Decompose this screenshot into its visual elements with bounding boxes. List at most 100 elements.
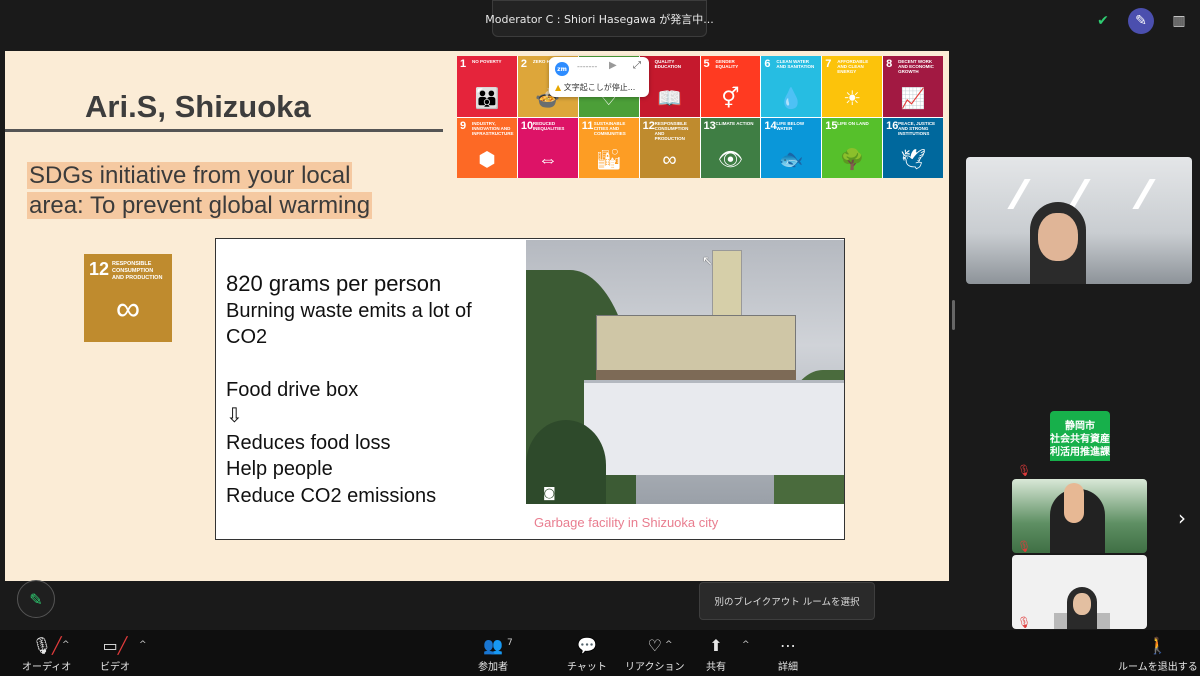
leave-room-label: ルームを退出する <box>1118 662 1198 673</box>
top-right-controls: ✔ ✎ ▥ <box>1090 8 1192 34</box>
sdg-label: INDUSTRY, INNOVATION AND INFRASTRUCTURE <box>472 120 514 136</box>
annotate-pencil-button[interactable]: ✎ <box>17 580 55 618</box>
chevron-up-icon[interactable]: ^ <box>62 640 70 650</box>
slide-title: Ari.S, Shizuoka <box>85 89 311 124</box>
expand-icon[interactable]: ⤢ <box>633 60 641 71</box>
sdg-number: 12 <box>642 119 655 132</box>
sdg12-label-line: AND PRODUCTION <box>112 275 163 281</box>
sdg-number: 14 <box>764 119 777 132</box>
sdg-goal-icon: 👪 <box>474 87 500 110</box>
sdg-tile: 1 NO POVERTY 👪 <box>457 56 517 117</box>
garbage-facility-photo: ◙ <box>526 240 844 504</box>
breakout-room-tooltip: 別のブレイクアウト ルームを選択 <box>699 582 875 620</box>
transcription-popup[interactable]: zm ------- ▶ ⤢ ▲ 文字起こしが停止... <box>549 57 649 97</box>
sdg-tile: 9 INDUSTRY, INNOVATION AND INFRASTRUCTURE… <box>457 117 517 178</box>
chevron-up-icon[interactable]: ^ <box>139 640 147 650</box>
sdg-label: NO POVERTY <box>472 59 502 64</box>
sdg-tile: 6 CLEAN WATER AND SANITATION 💧 <box>761 56 822 117</box>
share-upload-icon: ⬆ <box>709 636 723 655</box>
video-off-icon: ▭╱ <box>102 636 128 655</box>
sdg-goal-icon: 📈 <box>900 87 926 110</box>
content-box: 820 grams per person Burning waste emits… <box>215 238 845 540</box>
text-line: Burning waste emits a lot of <box>226 299 472 322</box>
participant-video-2[interactable] <box>1012 479 1147 553</box>
chat-icon: 💬 <box>576 636 597 655</box>
layout-icon[interactable]: ▥ <box>1166 8 1192 34</box>
sdg-number: 9 <box>460 119 467 132</box>
next-page-chevron-icon[interactable]: › <box>1178 506 1186 530</box>
active-speaker-notice: Moderator C : Shiori Hasegawa が発言中... <box>485 0 714 37</box>
share-label: 共有 <box>706 662 726 673</box>
leave-room-button[interactable]: 🚶 ルームを退出する <box>1118 636 1198 673</box>
sdg-label: LIFE ON LAND <box>837 120 869 126</box>
sdg-number: 2 <box>520 58 527 70</box>
audio-label: オーディオ <box>22 662 72 673</box>
sdg-goal-icon: 💧 <box>778 87 804 110</box>
participants-button[interactable]: 👥 参加者 <box>478 636 508 673</box>
sdg-goal-icon: ∞ <box>662 149 677 171</box>
share-button[interactable]: ⬆ 共有 <box>706 636 726 673</box>
sdg-label: CLEAN WATER AND SANITATION <box>776 59 815 69</box>
sdg-label: QUALITY EDUCATION <box>654 59 682 69</box>
panel-resize-handle[interactable] <box>952 300 955 330</box>
zoom-meeting-window: Moderator C : Shiori Hasegawa が発言中... ✔ … <box>0 0 1200 676</box>
sdg-tile: 11 SUSTAINABLE CITIES AND COMMUNITIES 🏙 <box>578 117 639 178</box>
subtitle-line-1: SDGs initiative from your local <box>27 162 353 189</box>
sdg-goal-icon: 👁 <box>717 149 744 171</box>
leave-room-icon: 🚶 <box>1147 636 1168 655</box>
sdg-label: LIFE BELOW WATER <box>776 120 805 131</box>
slide-subtitle: SDGs initiative from your local area: To… <box>27 161 373 221</box>
sdg-goal-icon: 🌳 <box>839 149 865 171</box>
sdg-label: REDUCED INEQUALITIES <box>532 120 565 131</box>
sdg12-label-line: RESPONSIBLE <box>112 261 152 267</box>
reactions-button[interactable]: ♡ リアクション <box>625 636 685 673</box>
play-icon[interactable]: ▶ <box>609 60 617 71</box>
chevron-up-icon[interactable]: ^ <box>665 640 673 650</box>
sdg-number: 13 <box>703 119 716 132</box>
text-line: Reduce CO2 emissions <box>226 484 437 507</box>
sdg-number: 6 <box>764 58 771 70</box>
sign-line: 静岡市 <box>1065 421 1095 432</box>
text-line: 820 grams per person <box>226 271 442 296</box>
chevron-up-icon[interactable]: ^ <box>742 640 750 650</box>
content-text: 820 grams per person Burning waste emits… <box>226 271 472 509</box>
participant-video-3[interactable] <box>1012 555 1147 629</box>
muted-mic-icon: 🎙 <box>1017 616 1031 629</box>
video-button[interactable]: ▭╱ ビデオ <box>100 636 130 673</box>
sdg-label: AFFORDABLE AND CLEAN ENERGY <box>837 59 869 74</box>
subtitle-line-2: area: To prevent global warming <box>27 192 373 219</box>
sdg-tile: 13 CLIMATE ACTION 👁 <box>700 117 761 178</box>
more-label: 詳細 <box>778 662 798 673</box>
camera-icon: ◙ <box>543 486 556 501</box>
sign-line: 利活用推進課 <box>1050 447 1110 458</box>
sdg-tile: 16 PEACE, JUSTICE AND STRONG INSTITUTIONS… <box>883 117 943 178</box>
participants-label: 参加者 <box>478 662 508 673</box>
more-button[interactable]: ⋯ 詳細 <box>778 636 798 673</box>
sdg-goal-icon: ⚥ <box>721 87 740 110</box>
sdg-tile: 5 GENDER EQUALITY ⚥ <box>700 56 761 117</box>
sdg-label: SUSTAINABLE CITIES AND COMMUNITIES <box>593 120 626 136</box>
shield-check-icon[interactable]: ✔ <box>1090 8 1116 34</box>
sdg-tile: 14 LIFE BELOW WATER 🐟 <box>761 117 822 178</box>
zoom-logo-icon: zm <box>555 62 569 76</box>
transcription-status-text: 文字起こしが停止... <box>563 83 636 92</box>
text-line: CO2 <box>226 326 268 348</box>
sdg-label: CLIMATE ACTION <box>715 120 754 126</box>
video-label: ビデオ <box>100 662 130 673</box>
heart-icon: ♡ <box>647 636 662 655</box>
sdg-number: 7 <box>825 58 832 70</box>
sdg-goals-grid: 1NO POVERTY👪2ZERO HUNGER🍲3GOOD HEALTH♡4Q… <box>457 56 943 178</box>
sdg-number: 8 <box>886 58 893 70</box>
title-underline <box>5 129 443 132</box>
sdg-goal-icon: ☀ <box>843 87 862 110</box>
mouse-cursor-icon: ↖ <box>702 254 713 269</box>
sdg12-number: 12 <box>89 259 110 279</box>
annotate-avatar-icon[interactable]: ✎ <box>1128 8 1154 34</box>
chat-button[interactable]: 💬 チャット <box>567 636 607 673</box>
sign-line: 社会共有資産 <box>1050 434 1110 445</box>
sdg-tile: 15 LIFE ON LAND 🌳 <box>822 117 883 178</box>
transcription-status: ▲ 文字起こしが停止... <box>555 82 635 93</box>
participant-video-1[interactable] <box>966 157 1192 284</box>
reactions-label: リアクション <box>625 662 685 673</box>
meeting-toolbar: 🎙╱ オーディオ ^ ▭╱ ビデオ ^ 👥 参加者 7 💬 チャット ♡ リアク… <box>0 630 1200 676</box>
